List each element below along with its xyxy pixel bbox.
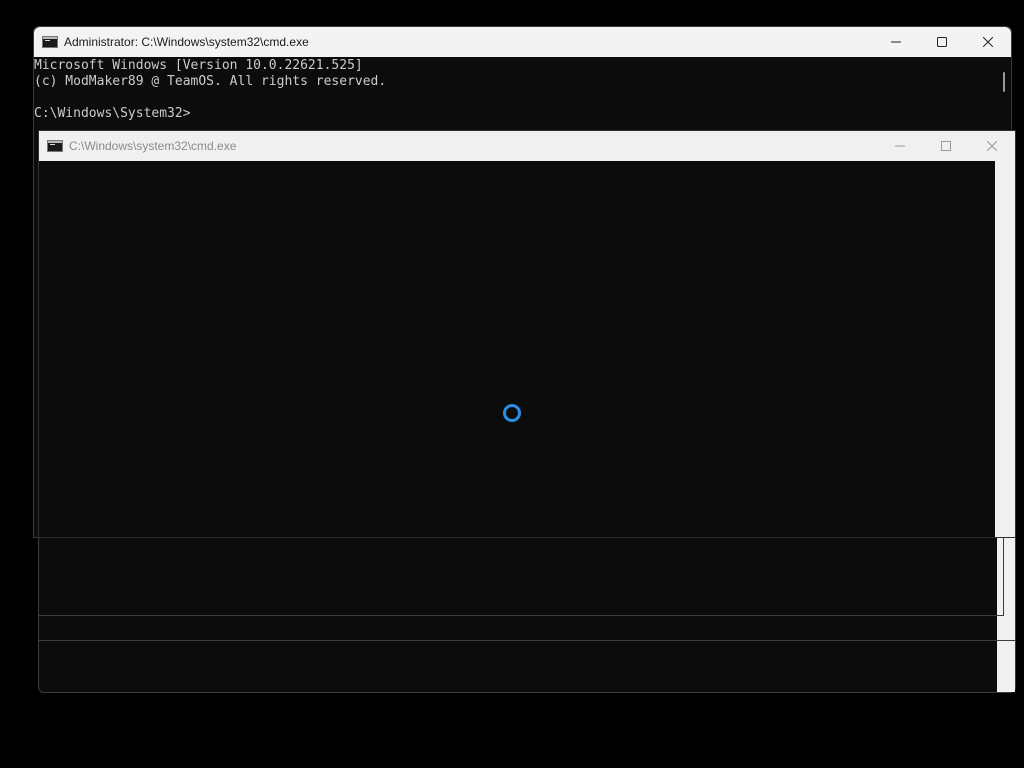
- loading-spinner-icon: [503, 404, 521, 422]
- titlebar[interactable]: Administrator: C:\Windows\system32\cmd.e…: [34, 27, 1011, 57]
- cmd-icon: [47, 140, 63, 152]
- cmd-icon: [42, 36, 58, 48]
- close-icon: [983, 37, 993, 47]
- minimize-button[interactable]: [877, 131, 923, 161]
- minimize-button[interactable]: [873, 27, 919, 57]
- console-line: (c) ModMaker89 @ TeamOS. All rights rese…: [34, 74, 387, 89]
- window-title: Administrator: C:\Windows\system32\cmd.e…: [64, 35, 309, 49]
- titlebar[interactable]: C:\Windows\system32\cmd.exe: [39, 131, 1015, 161]
- console-line: Microsoft Windows [Version 10.0.22621.52…: [34, 58, 363, 73]
- maximize-button[interactable]: [923, 131, 969, 161]
- console-prompt: C:\Windows\System32>: [34, 106, 191, 121]
- window-title: C:\Windows\system32\cmd.exe: [69, 139, 237, 153]
- console-line: ​: [34, 90, 995, 106]
- close-button[interactable]: [965, 27, 1011, 57]
- close-icon: [987, 141, 997, 151]
- scroll-thumb[interactable]: [1003, 72, 1005, 92]
- cmd-window-loading[interactable]: C:\Windows\system32\cmd.exe: [38, 130, 1016, 538]
- vertical-scrollbar[interactable]: [995, 161, 1015, 537]
- maximize-button[interactable]: [919, 27, 965, 57]
- maximize-icon: [941, 141, 951, 151]
- minimize-icon: [895, 145, 905, 147]
- console-area[interactable]: [39, 161, 995, 537]
- minimize-icon: [891, 41, 901, 43]
- close-button[interactable]: [969, 131, 1015, 161]
- maximize-icon: [937, 37, 947, 47]
